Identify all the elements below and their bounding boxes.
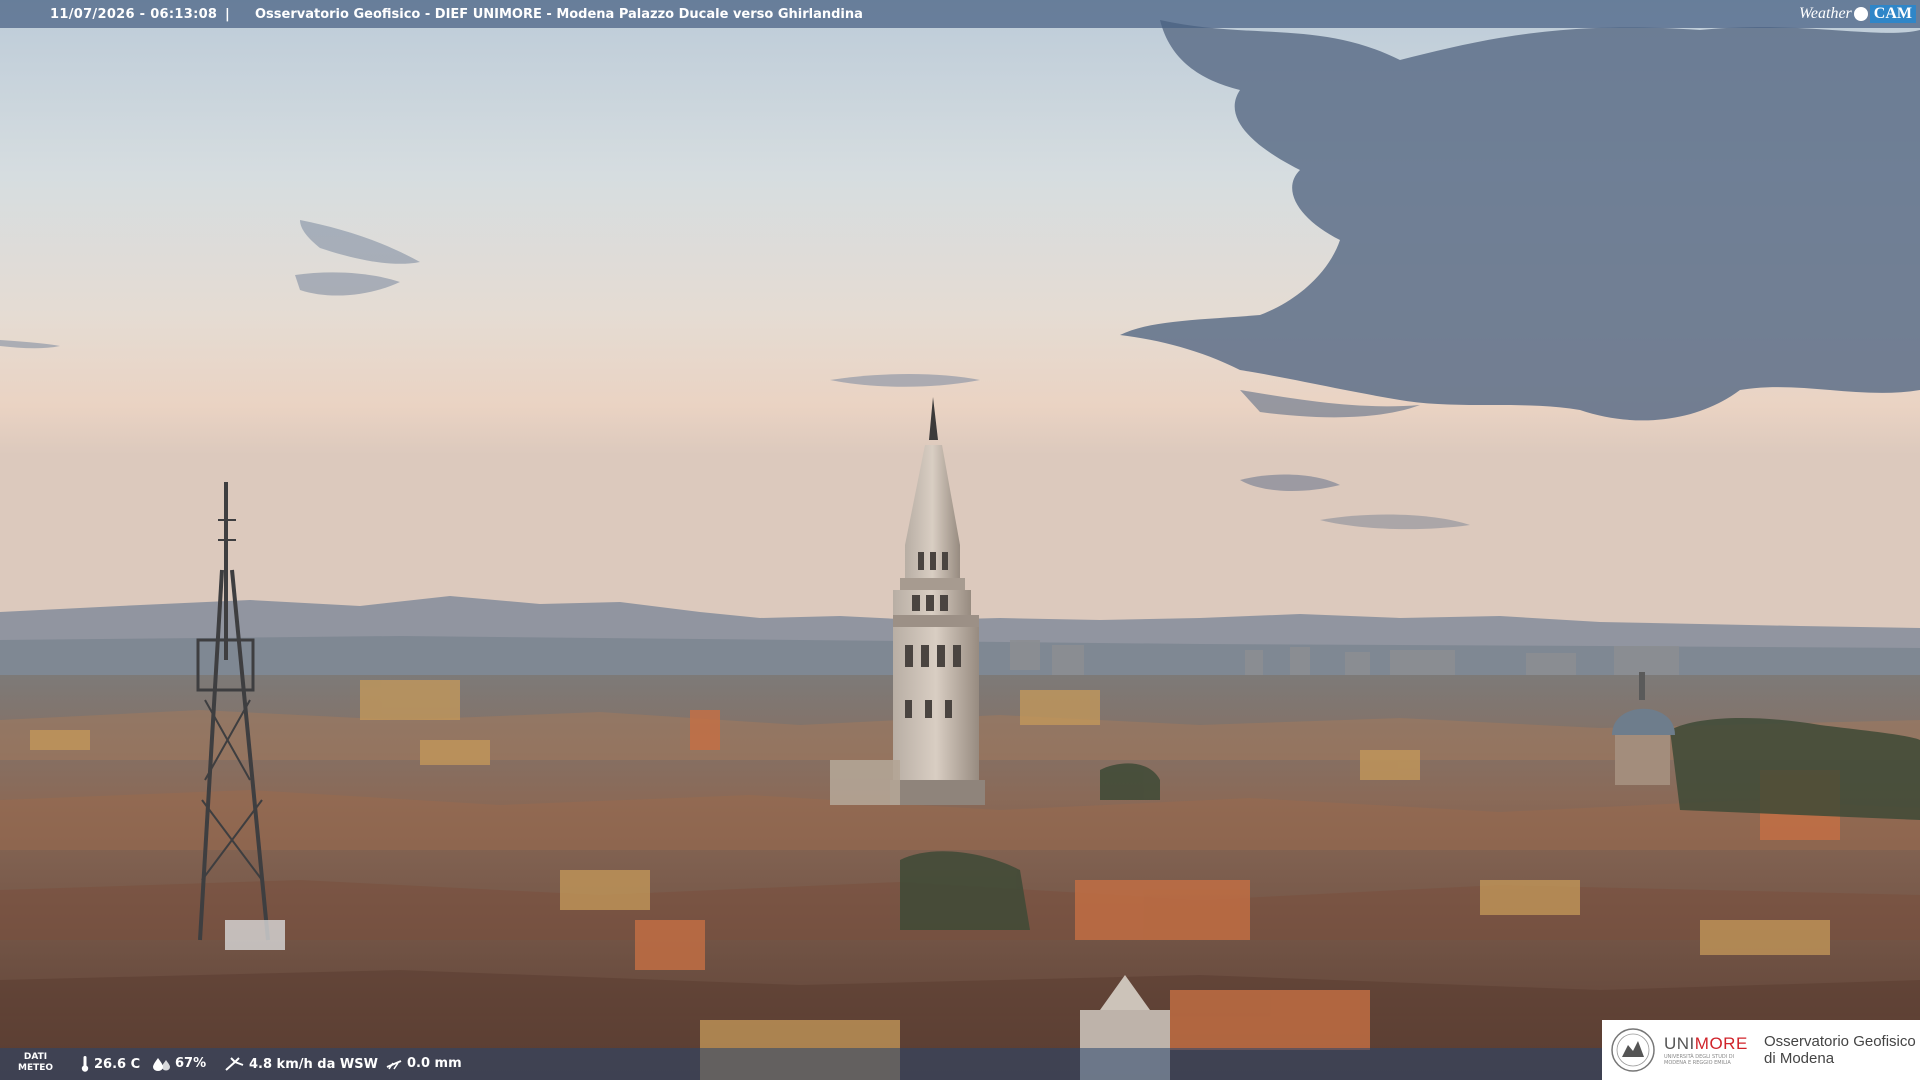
rain-reading: 0.0 mm	[385, 1056, 462, 1071]
rain-icon	[386, 1059, 402, 1069]
webcam-title: Osservatorio Geofisico - DIEF UNIMORE - …	[255, 7, 863, 22]
observatory-line1: Osservatorio Geofisico	[1764, 1033, 1916, 1050]
brand-dot-icon	[1853, 7, 1868, 21]
weathercam-logo: Weather CAM	[1799, 3, 1916, 25]
observatory-line2: di Modena	[1764, 1050, 1835, 1067]
humidity-value: 67%	[175, 1056, 207, 1071]
university-name: UNIVERSITÀ DEGLI STUDI DI MODENA E REGGI…	[1664, 1054, 1735, 1066]
rain-value: 0.0 mm	[407, 1056, 462, 1071]
thermometer-icon	[81, 1056, 89, 1072]
unimore-observatory-logo: UNIMORE UNIVERSITÀ DEGLI STUDI DI MODENA…	[1602, 1020, 1920, 1080]
brand-cam-text: CAM	[1869, 5, 1916, 23]
meteo-label-line1: DATI	[23, 1052, 48, 1062]
observatory-name: Osservatorio Geofisico di Modena	[1764, 1033, 1916, 1067]
unimore-prefix: UNI	[1664, 1034, 1695, 1053]
unimore-suffix: MORE	[1694, 1034, 1748, 1053]
humidity-drop-icon	[153, 1057, 170, 1071]
meteo-label-line2: METEO	[18, 1063, 54, 1073]
wind-value: 4.8 km/h da WSW	[249, 1056, 378, 1072]
wind-icon	[225, 1057, 244, 1071]
unimore-wordmark: UNIMORE	[1664, 1034, 1754, 1054]
webcam-title-bar: 11/07/2026 - 06:13:08 | Osservatorio Geo…	[0, 0, 1920, 28]
meteo-label: DATI METEO	[18, 1052, 53, 1074]
brand-weather-text: Weather	[1799, 5, 1852, 22]
humidity-reading: 67%	[153, 1056, 206, 1071]
webcam-view	[0, 0, 1920, 1080]
university-seal-icon	[1611, 1028, 1655, 1072]
title-separator: |	[225, 7, 230, 22]
temperature-value: 26.6 C	[94, 1056, 141, 1072]
temperature-reading: 26.6 C	[80, 1056, 140, 1072]
timestamp: 11/07/2026 - 06:13:08	[50, 7, 218, 22]
wind-reading: 4.8 km/h da WSW	[225, 1056, 378, 1072]
